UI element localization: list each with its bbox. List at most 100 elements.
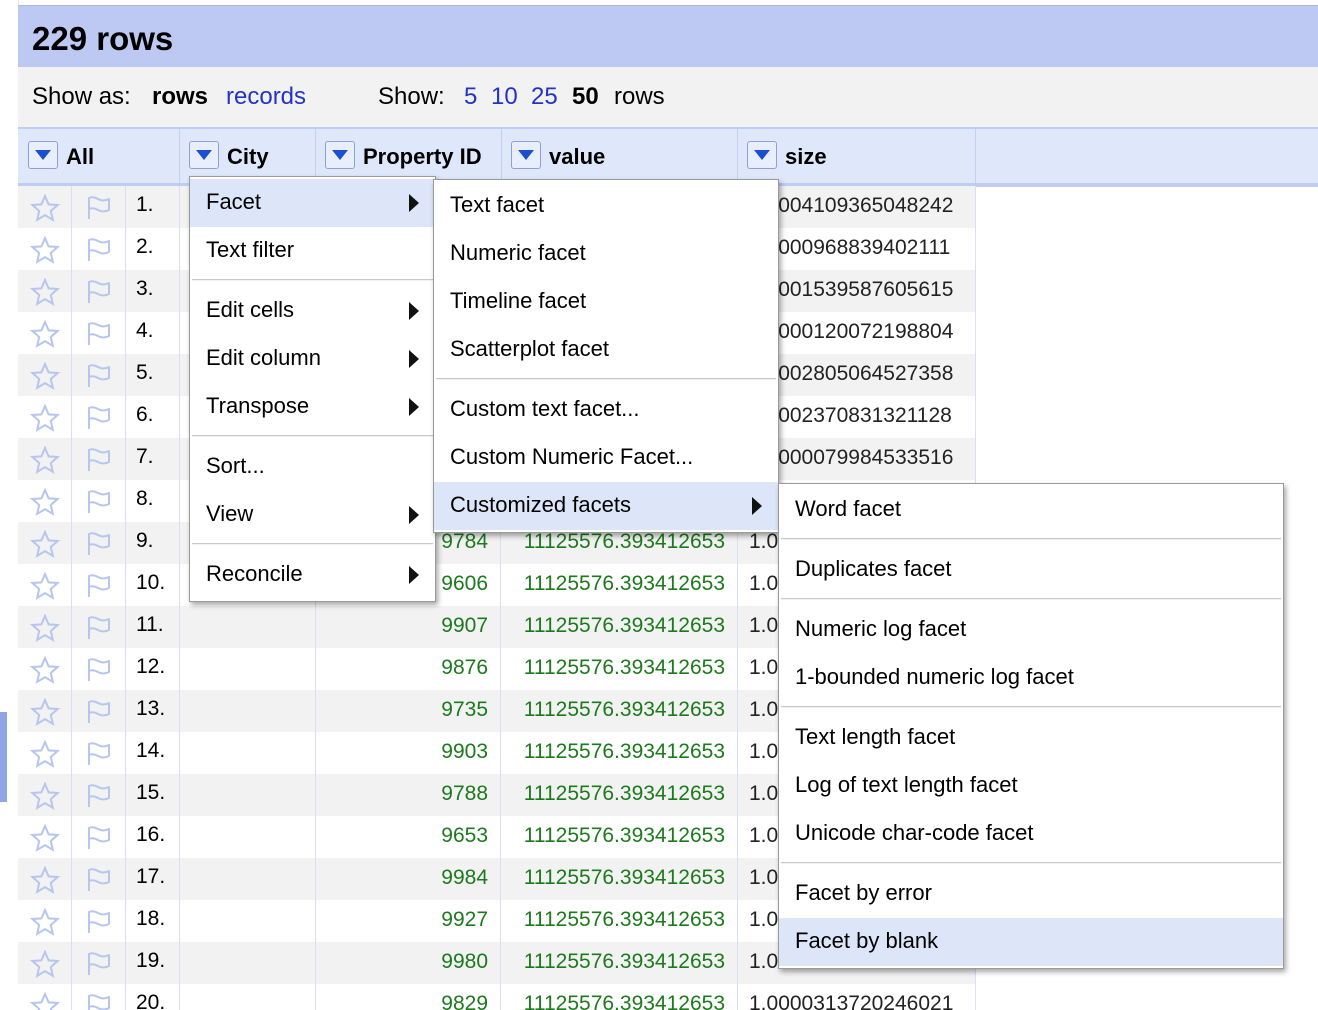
star-icon[interactable] <box>18 186 72 228</box>
menu-item-custom-numeric-facet[interactable]: Custom Numeric Facet... <box>434 434 778 482</box>
flag-icon[interactable] <box>72 312 126 354</box>
star-icon[interactable] <box>18 984 72 1010</box>
star-icon[interactable] <box>18 900 72 942</box>
property-id-cell[interactable]: 9980 <box>316 942 501 984</box>
city-cell[interactable] <box>180 816 316 858</box>
show-as-rows-option[interactable]: rows <box>152 83 208 111</box>
flag-icon[interactable] <box>72 900 126 942</box>
value-column-dropdown-icon[interactable] <box>511 141 541 169</box>
page-size-5-link[interactable]: 5 <box>464 83 477 111</box>
menu-item-duplicates-facet[interactable]: Duplicates facet <box>779 546 1283 594</box>
menu-item-text-facet[interactable]: Text facet <box>434 182 778 230</box>
property-id-cell[interactable]: 9927 <box>316 900 501 942</box>
menu-item-sort[interactable]: Sort... <box>190 443 435 491</box>
star-icon[interactable] <box>18 732 72 774</box>
star-icon[interactable] <box>18 438 72 480</box>
city-cell[interactable] <box>180 942 316 984</box>
page-size-10-link[interactable]: 10 <box>491 83 518 111</box>
flag-icon[interactable] <box>72 186 126 228</box>
value-cell[interactable]: 11125576.393412653 <box>501 858 738 900</box>
menu-item-timeline-facet[interactable]: Timeline facet <box>434 278 778 326</box>
show-as-records-link[interactable]: records <box>226 83 306 111</box>
star-icon[interactable] <box>18 312 72 354</box>
star-icon[interactable] <box>18 480 72 522</box>
size-column-dropdown-icon[interactable] <box>747 141 777 169</box>
menu-item-transpose[interactable]: Transpose <box>190 383 435 431</box>
star-icon[interactable] <box>18 228 72 270</box>
city-column-dropdown-icon[interactable] <box>189 141 219 169</box>
menu-item-facet-by-error[interactable]: Facet by error <box>779 870 1283 918</box>
star-icon[interactable] <box>18 858 72 900</box>
flag-icon[interactable] <box>72 522 126 564</box>
property-id-cell[interactable]: 9735 <box>316 690 501 732</box>
all-column-dropdown-icon[interactable] <box>28 141 58 169</box>
menu-item-custom-text-facet[interactable]: Custom text facet... <box>434 386 778 434</box>
star-icon[interactable] <box>18 690 72 732</box>
city-cell[interactable] <box>180 984 316 1010</box>
star-icon[interactable] <box>18 396 72 438</box>
menu-item-facet-by-blank[interactable]: Facet by blank <box>779 918 1283 966</box>
property-id-cell[interactable]: 9907 <box>316 606 501 648</box>
menu-item-text-length-facet[interactable]: Text length facet <box>779 714 1283 762</box>
menu-item-scatterplot-facet[interactable]: Scatterplot facet <box>434 326 778 374</box>
value-cell[interactable]: 11125576.393412653 <box>501 816 738 858</box>
flag-icon[interactable] <box>72 774 126 816</box>
flag-icon[interactable] <box>72 858 126 900</box>
page-size-50-option[interactable]: 50 <box>572 83 599 111</box>
star-icon[interactable] <box>18 354 72 396</box>
menu-item-customized-facets[interactable]: Customized facets <box>434 482 778 530</box>
menu-item-numeric-facet[interactable]: Numeric facet <box>434 230 778 278</box>
flag-icon[interactable] <box>72 396 126 438</box>
property-id-column-dropdown-icon[interactable] <box>325 141 355 169</box>
city-cell[interactable] <box>180 690 316 732</box>
star-icon[interactable] <box>18 606 72 648</box>
city-cell[interactable] <box>180 648 316 690</box>
property-id-cell[interactable]: 9876 <box>316 648 501 690</box>
star-icon[interactable] <box>18 816 72 858</box>
menu-item-numeric-log-facet[interactable]: Numeric log facet <box>779 606 1283 654</box>
value-cell[interactable]: 11125576.393412653 <box>501 648 738 690</box>
star-icon[interactable] <box>18 270 72 312</box>
flag-icon[interactable] <box>72 228 126 270</box>
flag-icon[interactable] <box>72 942 126 984</box>
city-cell[interactable] <box>180 732 316 774</box>
menu-item-reconcile[interactable]: Reconcile <box>190 551 435 599</box>
city-cell[interactable] <box>180 606 316 648</box>
page-size-25-link[interactable]: 25 <box>531 83 558 111</box>
menu-item-text-filter[interactable]: Text filter <box>190 227 435 275</box>
flag-icon[interactable] <box>72 270 126 312</box>
flag-icon[interactable] <box>72 354 126 396</box>
star-icon[interactable] <box>18 942 72 984</box>
star-icon[interactable] <box>18 564 72 606</box>
menu-item-facet[interactable]: Facet <box>190 179 435 227</box>
value-cell[interactable]: 11125576.393412653 <box>501 732 738 774</box>
value-cell[interactable]: 11125576.393412653 <box>501 690 738 732</box>
flag-icon[interactable] <box>72 690 126 732</box>
value-cell[interactable]: 11125576.393412653 <box>501 774 738 816</box>
flag-icon[interactable] <box>72 438 126 480</box>
value-cell[interactable]: 11125576.393412653 <box>501 564 738 606</box>
flag-icon[interactable] <box>72 564 126 606</box>
menu-item-edit-cells[interactable]: Edit cells <box>190 287 435 335</box>
size-cell[interactable]: 1.0000313720246021 <box>738 984 976 1010</box>
flag-icon[interactable] <box>72 648 126 690</box>
menu-item-bounded-numeric-log-facet[interactable]: 1-bounded numeric log facet <box>779 654 1283 702</box>
menu-item-log-text-length-facet[interactable]: Log of text length facet <box>779 762 1283 810</box>
property-id-cell[interactable]: 9829 <box>316 984 501 1010</box>
menu-item-edit-column[interactable]: Edit column <box>190 335 435 383</box>
menu-item-word-facet[interactable]: Word facet <box>779 486 1283 534</box>
property-id-cell[interactable]: 9903 <box>316 732 501 774</box>
property-id-cell[interactable]: 9984 <box>316 858 501 900</box>
star-icon[interactable] <box>18 522 72 564</box>
panel-resize-handle[interactable] <box>0 712 7 802</box>
flag-icon[interactable] <box>72 984 126 1010</box>
value-cell[interactable]: 11125576.393412653 <box>501 606 738 648</box>
flag-icon[interactable] <box>72 732 126 774</box>
city-cell[interactable] <box>180 774 316 816</box>
star-icon[interactable] <box>18 774 72 816</box>
value-cell[interactable]: 11125576.393412653 <box>501 984 738 1010</box>
star-icon[interactable] <box>18 648 72 690</box>
menu-item-view[interactable]: View <box>190 491 435 539</box>
flag-icon[interactable] <box>72 480 126 522</box>
value-cell[interactable]: 11125576.393412653 <box>501 900 738 942</box>
